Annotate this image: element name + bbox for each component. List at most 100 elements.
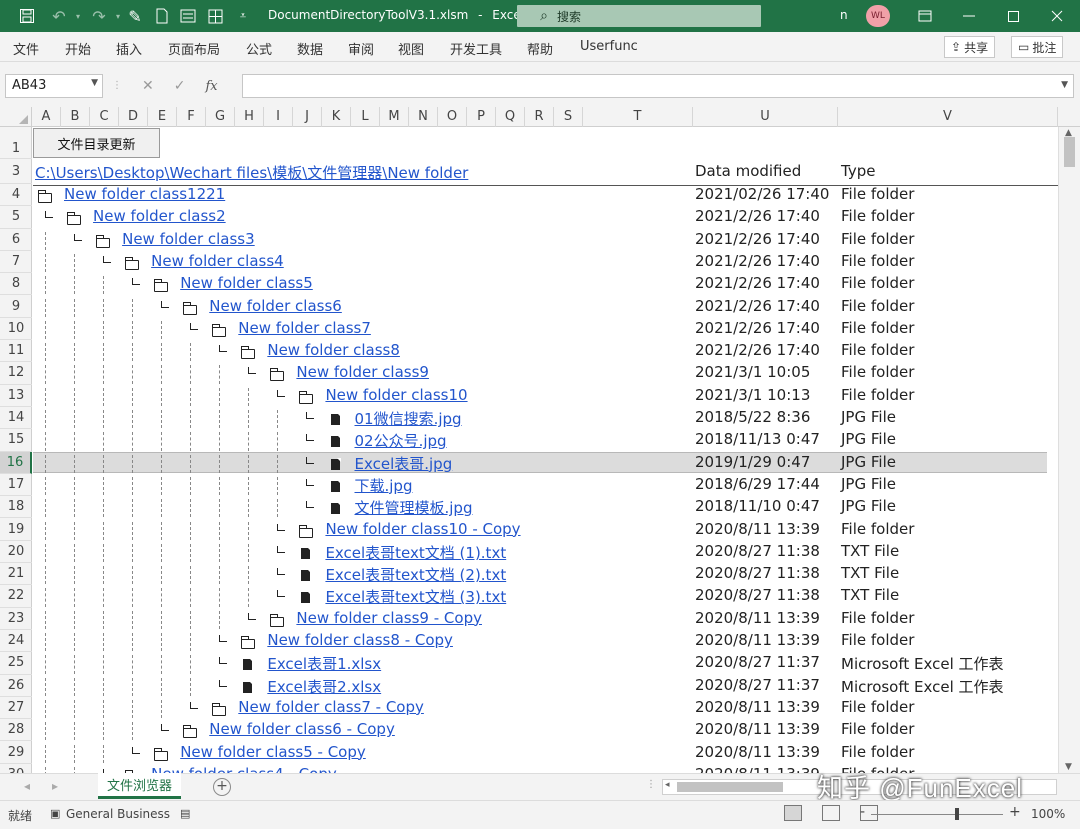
cancel-icon[interactable]: ✕ bbox=[142, 78, 154, 94]
column-header-c[interactable]: C bbox=[90, 107, 119, 127]
scroll-thumb[interactable] bbox=[1064, 137, 1075, 167]
column-header-p[interactable]: P bbox=[467, 107, 496, 127]
row-header-3[interactable]: 3 bbox=[0, 159, 32, 184]
row-header-11[interactable]: 11 bbox=[0, 340, 32, 363]
close-icon[interactable] bbox=[1044, 0, 1070, 32]
minimize-icon[interactable] bbox=[956, 0, 982, 32]
row-header-5[interactable]: 5 bbox=[0, 206, 32, 229]
folder-link[interactable]: New folder class4 - Copy bbox=[151, 765, 337, 773]
row-header-25[interactable]: 25 bbox=[0, 652, 32, 675]
zoom-slider[interactable] bbox=[871, 808, 1003, 820]
row-header-7[interactable]: 7 bbox=[0, 251, 32, 274]
row-header-20[interactable]: 20 bbox=[0, 541, 32, 564]
file-link[interactable]: 文件管理模板.jpg bbox=[355, 497, 473, 518]
column-header-u[interactable]: U bbox=[693, 107, 838, 127]
row-header-23[interactable]: 23 bbox=[0, 608, 32, 630]
chevron-down-icon[interactable]: ▼ bbox=[91, 78, 98, 88]
prev-sheet-icon[interactable]: ◂ bbox=[24, 779, 30, 793]
add-sheet-icon[interactable]: + bbox=[213, 778, 231, 796]
row-header-28[interactable]: 28 bbox=[0, 719, 32, 742]
column-header-j[interactable]: J bbox=[293, 107, 322, 127]
tab-file-browser[interactable]: 文件浏览器 bbox=[98, 773, 181, 799]
folder-link[interactable]: New folder class9 - Copy bbox=[296, 609, 482, 627]
enter-icon[interactable]: ✓ bbox=[174, 78, 186, 94]
normal-view-icon[interactable] bbox=[784, 805, 802, 821]
macro-record-icon[interactable]: ▣ bbox=[50, 807, 60, 820]
folder-link[interactable]: New folder class9 bbox=[296, 363, 429, 381]
column-header-g[interactable]: G bbox=[206, 107, 235, 127]
horizontal-scroll-thumb[interactable] bbox=[677, 782, 783, 792]
row-header-29[interactable]: 29 bbox=[0, 742, 32, 764]
column-header-n[interactable]: N bbox=[409, 107, 438, 127]
folder-link[interactable]: New folder class6 - Copy bbox=[209, 720, 395, 738]
row-header-9[interactable]: 9 bbox=[0, 296, 32, 318]
row-header-30[interactable]: 30 bbox=[0, 764, 32, 773]
folder-link[interactable]: New folder class7 bbox=[238, 319, 371, 337]
column-header-v[interactable]: V bbox=[838, 107, 1058, 127]
column-header-t[interactable]: T bbox=[583, 107, 693, 127]
column-header-q[interactable]: Q bbox=[496, 107, 525, 127]
next-sheet-icon[interactable]: ▸ bbox=[52, 779, 58, 793]
file-link[interactable]: 下载.jpg bbox=[355, 475, 413, 496]
save-icon[interactable] bbox=[14, 0, 40, 32]
file-link[interactable]: Excel表哥text文档 (2).txt bbox=[325, 564, 506, 585]
folder-link[interactable]: New folder class3 bbox=[122, 230, 255, 248]
file-link[interactable]: 02公众号.jpg bbox=[355, 430, 447, 451]
undo-dropdown-icon[interactable]: ▾ bbox=[72, 0, 84, 32]
zoom-in-button[interactable]: + bbox=[1009, 804, 1021, 820]
file-link[interactable]: Excel表哥text文档 (3).txt bbox=[325, 586, 506, 607]
menu-review[interactable]: 审阅 bbox=[348, 39, 374, 58]
worksheet-grid[interactable]: ABCDEFGHIJKLMNOPQRSTUV 1 3 4 5 6 7 8 9 10 11 12 13 1… bbox=[0, 107, 1080, 773]
customize-toolbar-icon[interactable]: ⩡ bbox=[234, 0, 252, 32]
zoom-knob[interactable] bbox=[955, 808, 959, 820]
column-header-i[interactable]: I bbox=[264, 107, 293, 127]
column-header-m[interactable]: M bbox=[380, 107, 409, 127]
row-header-19[interactable]: 19 bbox=[0, 519, 32, 541]
search-box[interactable]: ⌕ 搜索 bbox=[517, 5, 761, 27]
scroll-down-icon[interactable]: ▼ bbox=[1065, 762, 1072, 772]
row-header-21[interactable]: 21 bbox=[0, 563, 32, 586]
select-all-button[interactable] bbox=[0, 107, 32, 127]
menu-formulas[interactable]: 公式 bbox=[246, 39, 272, 58]
menu-insert[interactable]: 插入 bbox=[116, 39, 142, 58]
row-header-14[interactable]: 14 bbox=[0, 407, 32, 430]
menu-page-layout[interactable]: 页面布局 bbox=[168, 39, 220, 58]
column-header-h[interactable]: H bbox=[235, 107, 264, 127]
folder-link[interactable]: New folder class1221 bbox=[64, 185, 225, 203]
row-header-8[interactable]: 8 bbox=[0, 273, 32, 296]
maximize-icon[interactable] bbox=[1000, 0, 1026, 32]
folder-link[interactable]: New folder class10 bbox=[325, 386, 467, 404]
file-link[interactable]: Excel表哥2.xlsx bbox=[267, 676, 381, 697]
row-header-27[interactable]: 27 bbox=[0, 697, 32, 720]
menu-home[interactable]: 开始 bbox=[65, 39, 91, 58]
form-icon[interactable] bbox=[176, 0, 200, 32]
file-link[interactable]: Excel表哥text文档 (1).txt bbox=[325, 542, 506, 563]
share-button[interactable]: ⇪ 共享 bbox=[944, 36, 996, 58]
menu-view[interactable]: 视图 bbox=[398, 39, 424, 58]
splitter-icon[interactable]: ⋮ bbox=[646, 779, 656, 790]
undo-icon[interactable]: ↶ bbox=[46, 0, 72, 32]
vertical-scrollbar[interactable]: ▲ ▼ bbox=[1058, 127, 1080, 773]
accessibility-icon[interactable]: ▤ bbox=[180, 807, 190, 820]
borders-icon[interactable] bbox=[203, 0, 227, 32]
folder-link[interactable]: New folder class5 bbox=[180, 274, 313, 292]
scroll-left-icon[interactable]: ◂ bbox=[665, 780, 670, 790]
row-header-22[interactable]: 22 bbox=[0, 585, 32, 608]
column-header-k[interactable]: K bbox=[322, 107, 351, 127]
column-header-f[interactable]: F bbox=[177, 107, 206, 127]
folder-link[interactable]: New folder class7 - Copy bbox=[238, 698, 424, 716]
file-link[interactable]: 01微信搜索.jpg bbox=[355, 408, 462, 429]
menu-data[interactable]: 数据 bbox=[297, 39, 323, 58]
row-header-13[interactable]: 13 bbox=[0, 385, 32, 407]
touch-mode-icon[interactable]: ✎ bbox=[122, 0, 148, 32]
root-path-link[interactable]: C:\Users\Desktop\Wechart files\模板\文件管理器\… bbox=[35, 162, 468, 183]
ribbon-display-icon[interactable] bbox=[912, 0, 938, 32]
column-header-e[interactable]: E bbox=[148, 107, 177, 127]
row-header-24[interactable]: 24 bbox=[0, 630, 32, 653]
folder-link[interactable]: New folder class8 bbox=[267, 341, 400, 359]
folder-link[interactable]: New folder class10 - Copy bbox=[325, 520, 520, 538]
new-document-icon[interactable] bbox=[150, 0, 174, 32]
column-header-o[interactable]: O bbox=[438, 107, 467, 127]
row-header-12[interactable]: 12 bbox=[0, 362, 32, 385]
folder-link[interactable]: New folder class2 bbox=[93, 207, 226, 225]
